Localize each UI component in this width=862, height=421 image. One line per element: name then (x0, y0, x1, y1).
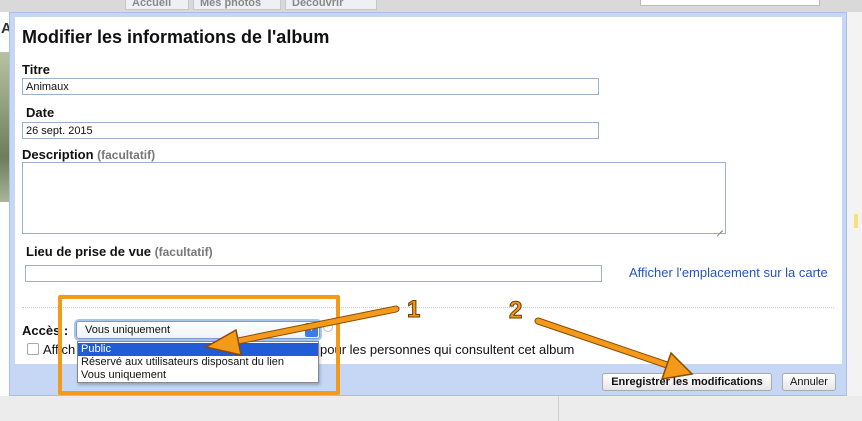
location-optional-hint: (facultatif) (154, 245, 213, 259)
background-tab-discover[interactable]: Découvrir (285, 0, 377, 10)
cancel-button[interactable]: Annuler (782, 373, 836, 391)
background-tab-home[interactable]: Accueil (125, 0, 189, 10)
annotation-step-1: 1 (406, 296, 421, 324)
background-bottom-bar (0, 396, 862, 421)
title-input[interactable] (22, 78, 599, 95)
background-bottom-divider (558, 396, 559, 421)
background-album-thumbnail (0, 52, 9, 202)
location-label-text: Lieu de prise de vue (26, 244, 151, 259)
show-location-checkbox[interactable] (27, 343, 39, 355)
date-label: Date (26, 105, 55, 120)
description-textarea[interactable] (22, 162, 726, 234)
background-search-field[interactable] (640, 0, 820, 6)
location-label: Lieu de prise de vue (facultatif) (26, 244, 213, 259)
show-on-map-link[interactable]: Afficher l'emplacement sur la carte (629, 265, 828, 280)
title-label: Titre (22, 62, 50, 77)
annotation-step-2: 2 (508, 297, 523, 325)
annotation-highlight-box (58, 295, 340, 395)
description-label: Description (facultatif) (22, 147, 155, 162)
dialog-title: Modifier les informations de l'album (22, 27, 330, 47)
description-label-text: Description (22, 147, 94, 162)
location-input[interactable] (25, 265, 602, 282)
show-location-label-end: pour les personnes qui consultent cet al… (320, 342, 575, 357)
background-tab-my-photos[interactable]: Mes photos (193, 0, 281, 10)
date-input[interactable] (22, 122, 599, 139)
save-changes-button[interactable]: Enregistrer les modifications (602, 373, 772, 391)
textarea-resize-handle[interactable] (714, 222, 724, 232)
description-optional-hint: (facultatif) (97, 148, 156, 162)
background-notice-marker (854, 214, 858, 228)
